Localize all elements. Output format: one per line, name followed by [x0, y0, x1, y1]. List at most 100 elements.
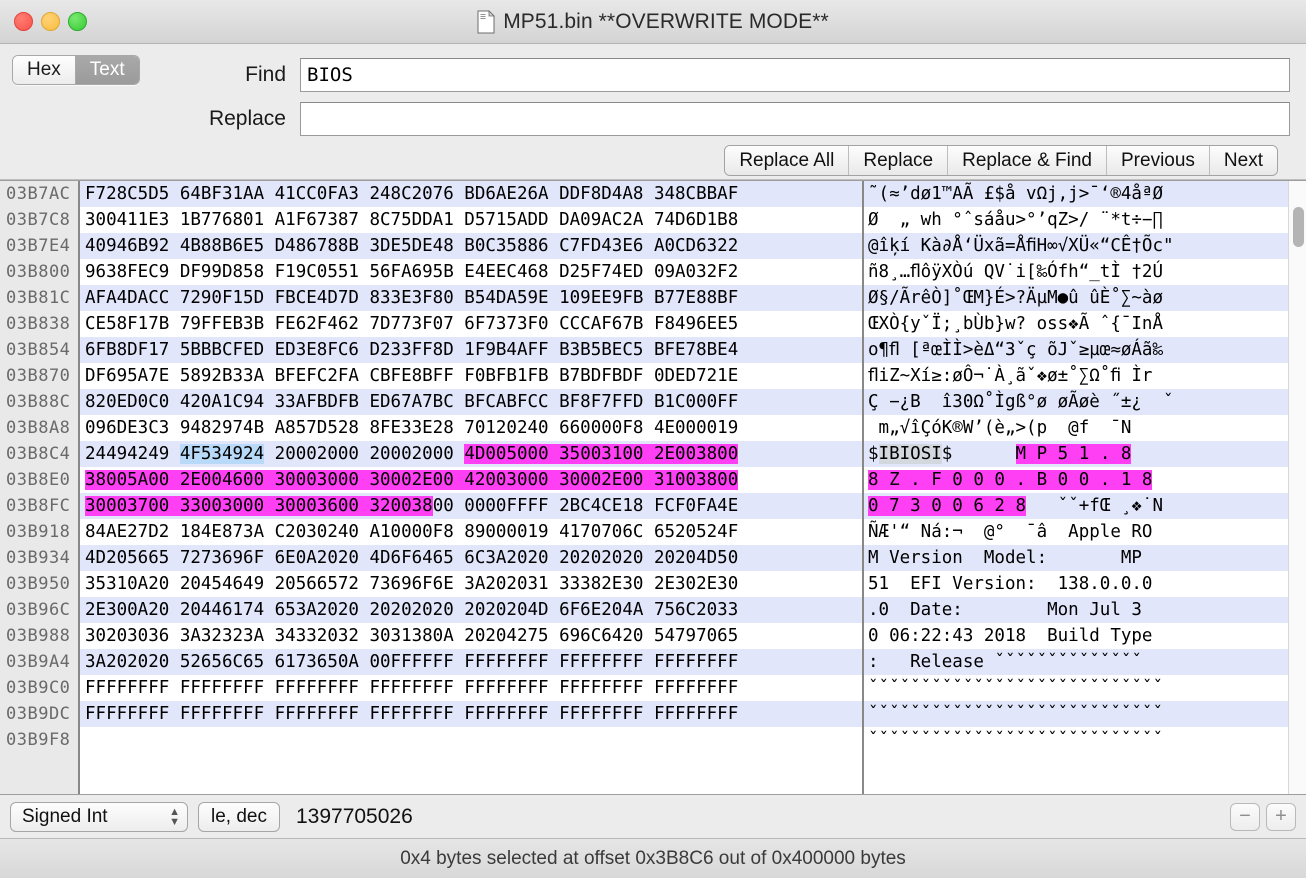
hex-match-highlight: 30003700 33003000 30003600 320038: [85, 496, 433, 516]
ascii-row[interactable]: ñ8¸…ﬂôÿXÒú QV˙i[‰Ófh“_tÌ †2Ú: [864, 259, 1288, 285]
offset-label: 03B9F8: [6, 730, 71, 750]
hex-selection-highlight: 4F534924: [179, 444, 265, 464]
find-replace-bar: Hex Text Find Replace Replace All Replac…: [0, 44, 1306, 180]
ascii-chars: m„√îÇóK®W’(è„>(p @f ¯N: [868, 418, 1132, 438]
ascii-row[interactable]: $IBIOSI$ M P 5 1 . 8: [864, 441, 1288, 467]
offset-label: 03B7C8: [6, 210, 71, 230]
ascii-match-highlight: M P 5 1 . 8: [1015, 444, 1132, 464]
ascii-chars: M Version Model: MP: [868, 548, 1142, 568]
ascii-row[interactable]: Ç −¿B î30Ω˚Ìgß°ø øÃøè ˝±¿ ˇ: [864, 389, 1288, 415]
window-title: MP51.bin **OVERWRITE MODE**: [503, 9, 829, 33]
inspector-format-button[interactable]: le, dec: [198, 801, 280, 832]
ascii-chars: ˇˇ+fŒ ¸❖˙N: [1026, 496, 1164, 516]
hex-row[interactable]: F728C5D5 64BF31AA 41CC0FA3 248C2076 BD6A…: [80, 181, 862, 207]
hex-row[interactable]: 30003700 33003000 30003600 32003800 0000…: [80, 493, 862, 519]
status-text: 0x4 bytes selected at offset 0x3B8C6 out…: [400, 847, 906, 869]
hex-row[interactable]: 9638FEC9 DF99D858 F19C0551 56FA695B E4EE…: [80, 259, 862, 285]
data-inspector-bar: Signed Int ▲ ▼ le, dec 1397705026 − +: [0, 794, 1306, 838]
ascii-row[interactable]: ˜(≈’dø1™AÃ £$å vΩj,j>¯‘®4åªØ: [864, 181, 1288, 207]
hex-row[interactable]: 6FB8DF17 5BBBCFED ED3E8FC6 D233FF8D 1F9B…: [80, 337, 862, 363]
hex-row[interactable]: 096DE3C3 9482974B A857D528 8FE33E28 7012…: [80, 415, 862, 441]
offset-label: 03B9DC: [6, 704, 71, 724]
hex-row[interactable]: 30203036 3A32323A 34332032 3031380A 2020…: [80, 623, 862, 649]
hex-row[interactable]: 820ED0C0 420A1C94 33AFBDFB ED67A7BC BFCA…: [80, 389, 862, 415]
offset-label: 03B96C: [6, 600, 71, 620]
offset-label: 03B8FC: [6, 496, 71, 516]
replace-button[interactable]: Replace: [848, 146, 948, 175]
hex-bytes: 300411E3 1B776801 A1F67387 8C75DDA1 D571…: [85, 210, 739, 230]
search-mode-hex[interactable]: Hex: [13, 56, 75, 84]
minimize-button[interactable]: [41, 12, 60, 31]
ascii-row[interactable]: 0 06:22:43 2018 Build Type: [864, 623, 1288, 649]
ascii-row[interactable]: : Release ˇˇˇˇˇˇˇˇˇˇˇˇˇˇ: [864, 649, 1288, 675]
hex-bytes: 096DE3C3 9482974B A857D528 8FE33E28 7012…: [85, 418, 739, 438]
ascii-row[interactable]: ﬂiZ~Xí≥:øÔ¬˙À¸ãˇ❖ø±˚∑Ω˚ﬁ Ìr: [864, 363, 1288, 389]
hex-row[interactable]: 3A202020 52656C65 6173650A 00FFFFFF FFFF…: [80, 649, 862, 675]
ascii-row[interactable]: o¶ﬂ [ªœÌÌ>èΔ“3ˇç õJˇ≥µœ≈øÁã‰: [864, 337, 1288, 363]
hex-bytes-pane[interactable]: F728C5D5 64BF31AA 41CC0FA3 248C2076 BD6A…: [80, 181, 864, 794]
replace-all-button[interactable]: Replace All: [725, 146, 849, 175]
scrollbar-thumb[interactable]: [1293, 207, 1304, 247]
hex-row[interactable]: FFFFFFFF FFFFFFFF FFFFFFFF FFFFFFFF FFFF…: [80, 675, 862, 701]
hex-row[interactable]: 300411E3 1B776801 A1F67387 8C75DDA1 D571…: [80, 207, 862, 233]
search-mode-segmented-control[interactable]: Hex Text: [12, 55, 140, 85]
hex-row[interactable]: 4D205665 7273696F 6E0A2020 4D6F6465 6C3A…: [80, 545, 862, 571]
ascii-row[interactable]: ÑÆ'“ Ná:¬ @° ¯â Apple RO: [864, 519, 1288, 545]
hex-row[interactable]: FFFFFFFF FFFFFFFF FFFFFFFF FFFFFFFF FFFF…: [80, 701, 862, 727]
hex-row[interactable]: AFA4DACC 7290F15D FBCE4D7D 833E3F80 B54D…: [80, 285, 862, 311]
ascii-row[interactable]: 0 7 3 0 0 6 2 8 ˇˇ+fŒ ¸❖˙N: [864, 493, 1288, 519]
hex-bytes: CE58F17B 79FFEB3B FE62F462 7D773F07 6F73…: [85, 314, 739, 334]
find-row: Find: [10, 56, 1292, 94]
offset-gutter: 03B7AC 03B7C8 03B7E4 03B800 03B81C 03B838 03B8…: [0, 181, 80, 794]
ascii-text-pane[interactable]: ˜(≈’dø1™AÃ £$å vΩj,j>¯‘®4åªØ Ø „ wh °ˆsáå…: [864, 181, 1288, 794]
find-input[interactable]: [300, 58, 1290, 92]
ascii-row[interactable]: Ø „ wh °ˆsáåu>°’qZ>/ ¨*t÷−∏: [864, 207, 1288, 233]
ascii-row[interactable]: ŒXÒ{yˇÏ;¸bÙb}w? oss❖Ã ˆ{¯InÅ: [864, 311, 1288, 337]
hex-row[interactable]: 24494249 4F534924 20002000 20002000 4D00…: [80, 441, 862, 467]
ascii-row[interactable]: Ø§/ÃrêÒ]˚ŒM}É>?ÄµM●û ûÈ˚∑~àø: [864, 285, 1288, 311]
find-actions-row: Replace All Replace Replace & Find Previ…: [10, 145, 1292, 176]
inspector-format-label: le, dec: [211, 805, 267, 827]
hex-bytes: 24494249: [85, 444, 180, 464]
ascii-row[interactable]: ˇˇˇˇˇˇˇˇˇˇˇˇˇˇˇˇˇˇˇˇˇˇˇˇˇˇˇˇ: [864, 675, 1288, 701]
zoom-in-button[interactable]: +: [1266, 802, 1296, 831]
ascii-chars: $: [868, 444, 879, 464]
hex-editor-view[interactable]: 03B7AC 03B7C8 03B7E4 03B800 03B81C 03B838 03B8…: [0, 180, 1306, 794]
ascii-row[interactable]: ˇˇˇˇˇˇˇˇˇˇˇˇˇˇˇˇˇˇˇˇˇˇˇˇˇˇˇˇ: [864, 701, 1288, 727]
hex-bytes: 40946B92 4B88B6E5 D486788B 3DE5DE48 B0C3…: [85, 236, 739, 256]
hex-row[interactable]: 2E300A20 20446174 653A2020 20202020 2020…: [80, 597, 862, 623]
close-button[interactable]: [14, 12, 33, 31]
offset-label: 03B934: [6, 548, 71, 568]
chevron-updown-icon: ▲ ▼: [169, 805, 180, 828]
hex-row[interactable]: [80, 727, 862, 753]
hex-bytes: DF695A7E 5892B33A BFEFC2FA CBFE8BFF F0BF…: [85, 366, 739, 386]
replace-input[interactable]: [300, 102, 1290, 136]
hex-row[interactable]: 84AE27D2 184E873A C2030240 A10000F8 8900…: [80, 519, 862, 545]
ascii-chars: ñ8¸…ﬂôÿXÒú QV˙i[‰Ófh“_tÌ †2Ú: [868, 262, 1164, 282]
zoom-out-button[interactable]: −: [1230, 802, 1260, 831]
hex-row[interactable]: 40946B92 4B88B6E5 D486788B 3DE5DE48 B0C3…: [80, 233, 862, 259]
hex-row[interactable]: DF695A7E 5892B33A BFEFC2FA CBFE8BFF F0BF…: [80, 363, 862, 389]
replace-and-find-button[interactable]: Replace & Find: [947, 146, 1106, 175]
ascii-row[interactable]: 8 Z . F 0 0 0 . B 0 0 . 1 8: [864, 467, 1288, 493]
ascii-row[interactable]: ˇˇˇˇˇˇˇˇˇˇˇˇˇˇˇˇˇˇˇˇˇˇˇˇˇˇˇˇ: [864, 727, 1288, 753]
search-mode-text[interactable]: Text: [74, 56, 139, 84]
next-button[interactable]: Next: [1208, 146, 1277, 175]
vertical-scrollbar[interactable]: [1288, 181, 1306, 794]
ascii-row[interactable]: M Version Model: MP: [864, 545, 1288, 571]
hex-row[interactable]: CE58F17B 79FFEB3B FE62F462 7D773F07 6F73…: [80, 311, 862, 337]
zoom-button[interactable]: [68, 12, 87, 31]
hex-row[interactable]: 35310A20 20454649 20566572 73696F6E 3A20…: [80, 571, 862, 597]
previous-button[interactable]: Previous: [1106, 146, 1209, 175]
inspector-type-select[interactable]: Signed Int ▲ ▼: [10, 801, 188, 832]
inspector-type-label: Signed Int: [22, 805, 108, 827]
ascii-row[interactable]: 51 EFI Version: 138.0.0.0: [864, 571, 1288, 597]
ascii-row[interactable]: m„√îÇóK®W’(è„>(p @f ¯N: [864, 415, 1288, 441]
hex-bytes: FFFFFFFF FFFFFFFF FFFFFFFF FFFFFFFF FFFF…: [85, 704, 739, 724]
hex-row[interactable]: 38005A00 2E004600 30003000 30002E00 4200…: [80, 467, 862, 493]
ascii-row[interactable]: .0 Date: Mon Jul 3: [864, 597, 1288, 623]
ascii-match-highlight: 0 7 3 0 0 6 2 8: [868, 496, 1027, 516]
ascii-row[interactable]: @îķí Kà∂Å‘Üxã=ÅﬁH∞√XÜ«“CÊ†Õc": [864, 233, 1288, 259]
window-controls: [0, 12, 87, 31]
hex-bytes: 9638FEC9 DF99D858 F19C0551 56FA695B E4EE…: [85, 262, 739, 282]
